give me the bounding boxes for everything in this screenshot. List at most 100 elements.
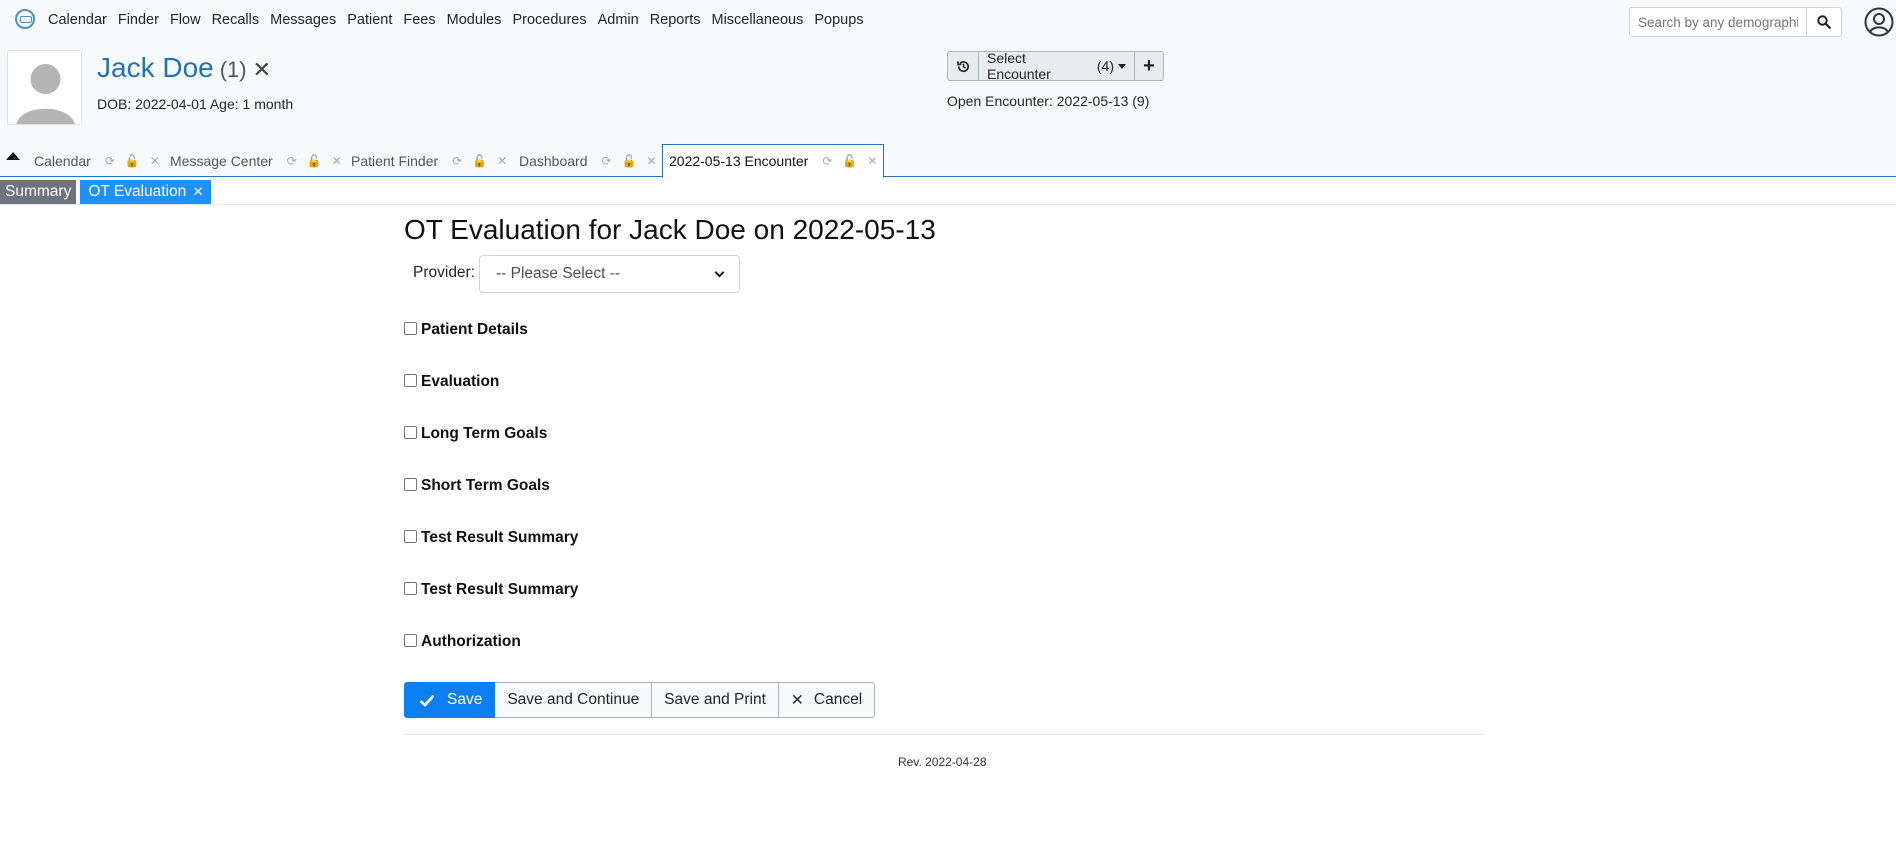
section-authorization: Authorization — [404, 633, 521, 651]
close-icon: ✕ — [790, 691, 804, 709]
menu-item-admin[interactable]: Admin — [598, 12, 639, 28]
section-short-term-goals: Short Term Goals — [404, 477, 550, 495]
menu-item-flow[interactable]: Flow — [170, 12, 201, 28]
lock-icon[interactable]: 🔓 — [472, 154, 487, 168]
refresh-icon[interactable]: ⟳ — [602, 154, 612, 168]
section-label: Short Term Goals — [421, 477, 550, 494]
patient-name-line: Jack Doe (1) ✕ — [97, 52, 271, 84]
section-label: Test Result Summary — [421, 529, 579, 546]
plus-icon: + — [1143, 54, 1155, 77]
search-button[interactable] — [1807, 7, 1842, 37]
select-encounter-label: Select Encounter — [987, 50, 1051, 82]
close-icon[interactable]: ✕ — [193, 184, 204, 199]
save-button[interactable]: Save — [404, 682, 496, 718]
section-checkbox[interactable] — [404, 426, 417, 439]
menu-item-recalls[interactable]: Recalls — [212, 12, 260, 28]
patient-name[interactable]: Jack Doe — [97, 52, 214, 83]
search-icon — [1817, 15, 1831, 29]
encounter-history-button[interactable] — [947, 51, 979, 81]
main-menu: Calendar Finder Flow Recalls Messages Pa… — [48, 12, 875, 28]
new-encounter-button[interactable]: + — [1135, 51, 1164, 81]
open-encounter-info: Open Encounter: 2022-05-13 (9) — [947, 93, 1150, 109]
menu-item-procedures[interactable]: Procedures — [512, 12, 586, 28]
encounter-button-group: Select Encounter (4) + — [947, 50, 1164, 82]
tab-patient-finder[interactable]: Patient Finder ⟳ 🔓 ✕ — [351, 144, 517, 177]
collapse-header-icon[interactable] — [6, 152, 20, 160]
lock-icon[interactable]: 🔓 — [125, 154, 140, 168]
top-navbar: Calendar Finder Flow Recalls Messages Pa… — [0, 0, 1896, 44]
subtab-summary[interactable]: Summary — [0, 180, 77, 204]
save-and-print-button[interactable]: Save and Print — [652, 682, 779, 718]
menu-item-modules[interactable]: Modules — [447, 12, 502, 28]
tab-label: 2022-05-13 Encounter — [669, 153, 809, 169]
section-checkbox[interactable] — [404, 582, 417, 595]
menu-item-miscellaneous[interactable]: Miscellaneous — [711, 12, 803, 28]
provider-label: Provider: — [413, 264, 476, 281]
cancel-button[interactable]: ✕ Cancel — [778, 682, 876, 718]
tab-label: Dashboard — [519, 152, 588, 169]
patient-search-input[interactable] — [1629, 7, 1807, 37]
section-test-result-summary: Test Result Summary — [404, 529, 578, 547]
tab-label: Patient Finder — [351, 152, 439, 169]
menu-item-reports[interactable]: Reports — [650, 12, 701, 28]
tab-message-center[interactable]: Message Center ⟳ 🔓 ✕ — [170, 144, 352, 177]
save-and-continue-button[interactable]: Save and Continue — [495, 682, 653, 718]
close-icon[interactable]: ✕ — [150, 154, 160, 168]
close-icon[interactable]: ✕ — [332, 154, 342, 168]
close-icon[interactable]: ✕ — [497, 154, 507, 168]
provider-select[interactable]: -- Please Select -- — [479, 255, 740, 293]
user-account-icon[interactable] — [1864, 7, 1894, 37]
subtab-label: OT Evaluation — [88, 183, 187, 200]
person-placeholder-icon — [16, 64, 75, 124]
patient-id: (1) — [219, 57, 247, 82]
lock-icon[interactable]: 🔓 — [842, 154, 857, 168]
close-icon[interactable]: ✕ — [647, 154, 657, 168]
section-checkbox[interactable] — [404, 634, 417, 647]
tab-dashboard[interactable]: Dashboard ⟳ 🔓 ✕ — [519, 144, 667, 177]
tab-encounter[interactable]: 2022-05-13 Encounter ⟳ 🔓 ✕ — [662, 144, 885, 178]
refresh-icon[interactable]: ⟳ — [822, 154, 832, 168]
subtab-divider — [0, 204, 1896, 205]
patient-avatar — [7, 50, 82, 125]
patient-header: Jack Doe (1) ✕ DOB: 2022-04-01 Age: 1 mont… — [0, 44, 1896, 144]
section-checkbox[interactable] — [404, 478, 417, 491]
chevron-down-icon — [714, 267, 725, 277]
section-label: Long Term Goals — [421, 425, 548, 442]
cancel-label: Cancel — [813, 691, 863, 708]
app-logo-icon[interactable] — [15, 9, 35, 29]
menu-item-fees[interactable]: Fees — [403, 12, 435, 28]
caret-down-icon — [1118, 63, 1126, 69]
close-icon[interactable]: ✕ — [867, 154, 877, 168]
menu-item-popups[interactable]: Popups — [814, 12, 863, 28]
section-label: Authorization — [421, 633, 521, 650]
section-checkbox[interactable] — [404, 322, 417, 335]
section-checkbox[interactable] — [404, 374, 417, 387]
refresh-icon[interactable]: ⟳ — [452, 154, 462, 168]
subtab-ot-evaluation[interactable]: OT Evaluation ✕ — [80, 180, 212, 204]
section-label: Test Result Summary — [421, 581, 579, 598]
lock-icon[interactable]: 🔓 — [307, 154, 322, 168]
tab-label: Calendar — [34, 152, 91, 169]
patient-dob-age: DOB: 2022-04-01 Age: 1 month — [97, 96, 294, 112]
encounter-subtabs: Summary OT Evaluation ✕ — [0, 180, 215, 204]
menu-item-finder[interactable]: Finder — [118, 12, 159, 28]
tab-label: Message Center — [170, 152, 273, 169]
select-encounter-dropdown[interactable]: Select Encounter (4) — [979, 50, 1135, 82]
revision-text: Rev. 2022-04-28 — [898, 755, 987, 769]
section-test-result-summary-2: Test Result Summary — [404, 581, 578, 599]
footer-divider — [404, 734, 1484, 735]
history-icon — [956, 60, 969, 72]
main-tab-strip: Calendar ⟳ 🔓 ✕ Message Center ⟳ 🔓 ✕ Pati… — [0, 144, 1896, 178]
menu-item-messages[interactable]: Messages — [270, 12, 336, 28]
section-patient-details: Patient Details — [404, 321, 528, 339]
section-checkbox[interactable] — [404, 530, 417, 543]
patient-search — [1629, 7, 1842, 37]
tab-calendar[interactable]: Calendar ⟳ 🔓 ✕ — [34, 144, 170, 177]
close-patient-icon[interactable]: ✕ — [253, 57, 271, 82]
refresh-icon[interactable]: ⟳ — [105, 154, 115, 168]
lock-icon[interactable]: 🔓 — [622, 154, 637, 168]
menu-item-patient[interactable]: Patient — [347, 12, 392, 28]
section-label: Patient Details — [421, 321, 528, 338]
menu-item-calendar[interactable]: Calendar — [48, 12, 107, 28]
refresh-icon[interactable]: ⟳ — [287, 154, 297, 168]
